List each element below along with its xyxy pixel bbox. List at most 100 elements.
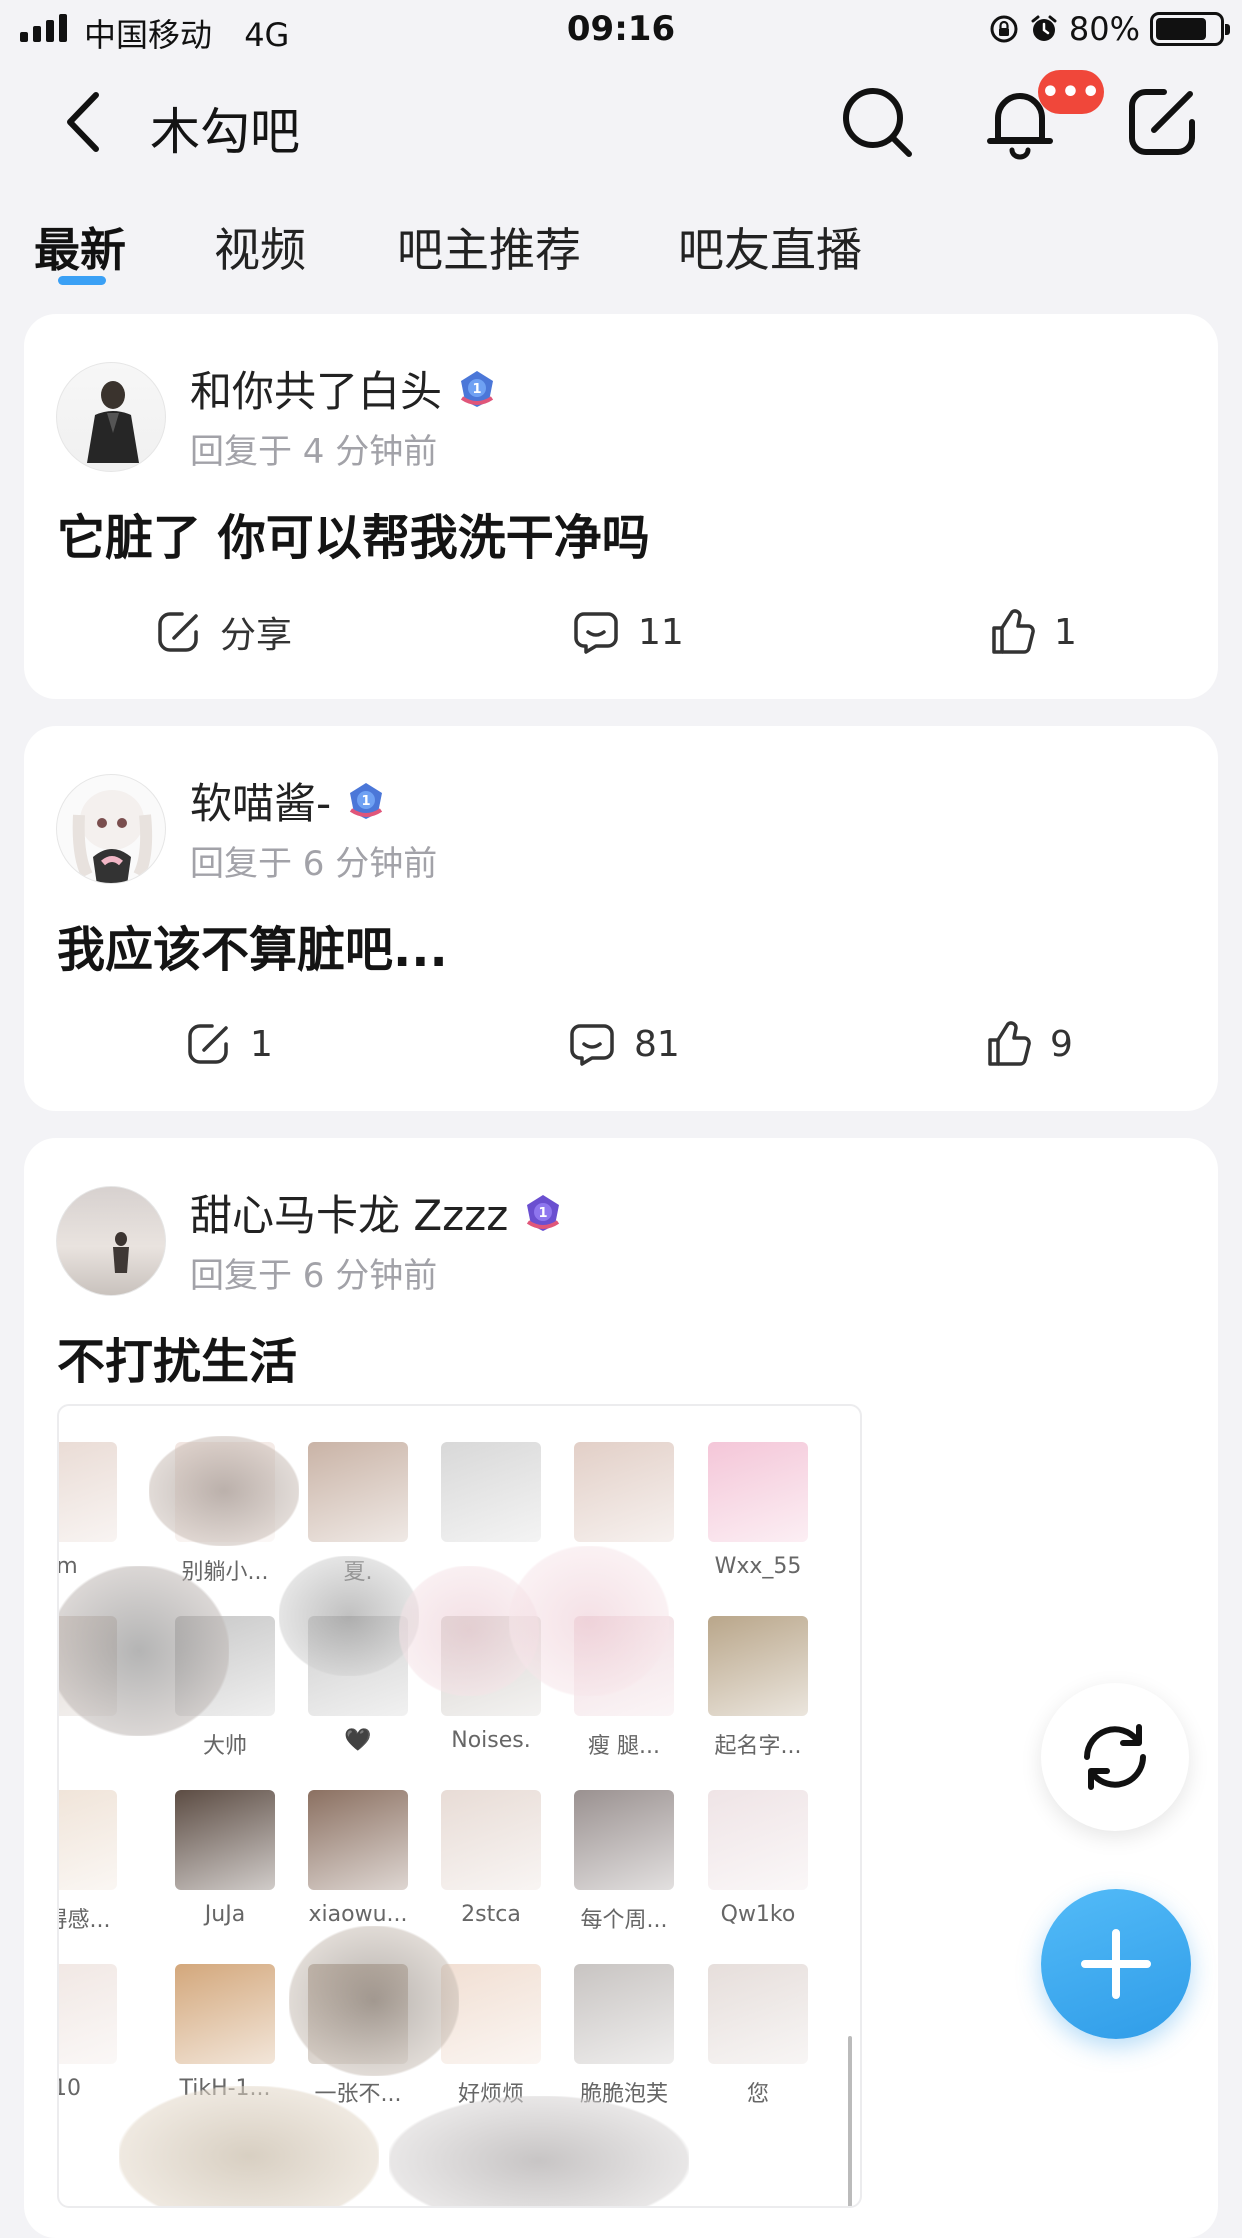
alarm-icon: [1031, 15, 1057, 41]
grid-avatar-thumb: [574, 1442, 674, 1542]
comment-icon: [574, 612, 618, 654]
post-title[interactable]: 不打扰生活: [57, 1322, 297, 1392]
level-badge-icon: 1: [460, 370, 494, 407]
battery-percent: 80%: [1068, 10, 1140, 48]
grid-avatar-label: 每个周...: [580, 1908, 668, 1933]
redaction-scribble: [389, 2096, 689, 2206]
post-author[interactable]: 和你共了白头 1: [190, 358, 498, 419]
share-button[interactable]: 1: [182, 1018, 273, 1070]
post-title[interactable]: 它脏了 你可以帮我洗干净吗: [57, 498, 650, 568]
share-button[interactable]: 分享: [152, 606, 292, 658]
post-author[interactable]: 甜心马卡龙 Zzzz 1: [190, 1182, 564, 1243]
grid-avatar-thumb: [708, 1964, 808, 2064]
level-badge-icon: 1: [350, 782, 383, 819]
grid-avatar-thumb: [708, 1616, 808, 1716]
tab-video[interactable]: 视频: [214, 214, 306, 280]
active-tab-indicator: [58, 276, 106, 285]
thumbs-up-icon: [988, 1021, 1031, 1066]
like-count: 9: [1050, 1023, 1073, 1065]
share-label: 分享: [220, 615, 293, 656]
grid-avatar: xiaowu...: [308, 1790, 408, 1927]
username[interactable]: 和你共了白头: [190, 358, 442, 419]
avatar[interactable]: [56, 1186, 166, 1296]
like-count: 1: [1054, 611, 1077, 653]
share-icon: [158, 612, 198, 652]
status-right: 80%: [989, 10, 1230, 48]
grid-avatar-label: Qw1ko: [720, 1902, 796, 1927]
grid-avatar-thumb: [574, 1790, 674, 1890]
comment-button[interactable]: 11: [570, 606, 684, 658]
grid-avatar: 每个周...: [574, 1790, 674, 1934]
new-post-button[interactable]: [1041, 1889, 1191, 2039]
avatar[interactable]: [56, 362, 166, 472]
grid-avatar-label: 🖤: [344, 1728, 372, 1753]
status-bar: 中国移动 4G 09:16 80%: [0, 0, 1242, 62]
grid-avatar-thumb: [708, 1442, 808, 1542]
grid-avatar: Qw1ko: [708, 1790, 808, 1927]
grid-avatar: JuJa: [175, 1790, 275, 1927]
svg-text:1: 1: [472, 382, 481, 397]
grid-avatar-label: xiaowu...: [308, 1902, 408, 1927]
grid-avatar-label: JuJa: [204, 1902, 246, 1927]
grid-avatar-label: Noises.: [451, 1728, 531, 1753]
grid-avatar-thumb: [574, 1964, 674, 2064]
grid-avatar: [574, 1442, 674, 1554]
grid-avatar-thumb: [308, 1790, 408, 1890]
grid-avatar-label: 起名字...: [714, 1734, 802, 1759]
username[interactable]: 软喵酱-: [190, 770, 331, 831]
redaction-scribble: [149, 1436, 299, 1546]
top-nav-bar: 木勾吧 •••: [0, 62, 1242, 182]
grid-avatar-thumb: [308, 1442, 408, 1542]
like-button[interactable]: 1: [986, 606, 1077, 658]
grid-avatar-thumb: [441, 1442, 541, 1542]
grid-avatar-label: 2stca: [461, 1902, 521, 1927]
grid-avatar-label: 瘦 腿...: [588, 1734, 660, 1759]
redaction-scribble: [279, 1556, 419, 1676]
grid-avatar: 真得感...: [59, 1790, 117, 1934]
grid-avatar: 您: [708, 1964, 808, 2108]
post-time: 回复于 4 分钟前: [190, 432, 438, 472]
share-icon: [188, 1024, 228, 1064]
comment-count: 81: [634, 1023, 680, 1065]
username[interactable]: 甜心马卡龙 Zzzz: [190, 1182, 508, 1243]
post-author[interactable]: 软喵酱- 1: [190, 770, 387, 831]
page-title: 木勾吧: [150, 103, 300, 161]
like-button[interactable]: 9: [982, 1018, 1073, 1070]
tab-live[interactable]: 吧友直播: [678, 214, 862, 280]
level-badge-icon: 1: [527, 1194, 560, 1231]
grid-avatar-label: 您: [746, 2082, 769, 2107]
avatar[interactable]: [56, 774, 166, 884]
image-scrollbar: [848, 2036, 852, 2206]
refresh-button[interactable]: [1041, 1683, 1189, 1831]
post-time: 回复于 6 分钟前: [190, 1256, 438, 1296]
redaction-scribble: [509, 1546, 669, 1696]
tab-admin-picks[interactable]: 吧主推荐: [397, 214, 581, 280]
compose-icon[interactable]: [1120, 80, 1204, 164]
post-card[interactable]: 软喵酱- 1 回复于 6 分钟前 我应该不算脏吧... 1 81 9: [24, 726, 1218, 1111]
grid-avatar-thumb: [175, 1790, 275, 1890]
grid-avatar: Wxx_55: [708, 1442, 808, 1579]
search-icon[interactable]: [835, 80, 919, 164]
redaction-scribble: [59, 1566, 229, 1736]
redaction-scribble: [119, 2086, 379, 2206]
comment-button[interactable]: 81: [566, 1018, 680, 1070]
grid-avatar: TikH-1...: [175, 1964, 275, 2101]
back-icon[interactable]: [56, 87, 116, 157]
grid-avatar-label: 真得感...: [59, 1908, 111, 1933]
grid-avatar-label: Wxx_55: [714, 1554, 802, 1579]
comment-count: 11: [638, 611, 684, 653]
comment-icon: [570, 1024, 614, 1066]
post-card[interactable]: 和你共了白头 1 回复于 4 分钟前 它脏了 你可以帮我洗干净吗 分享 11 1: [24, 314, 1218, 699]
plus-icon: [1081, 1929, 1151, 1999]
refresh-icon: [1084, 1724, 1146, 1790]
category-tabs: 最新 视频 吧主推荐 吧友直播: [0, 200, 1242, 290]
battery-icon: [1150, 12, 1230, 46]
post-time: 回复于 6 分钟前: [190, 844, 438, 884]
tab-latest[interactable]: 最新: [34, 214, 126, 280]
post-title[interactable]: 我应该不算脏吧...: [57, 910, 448, 980]
grid-avatar-thumb: [59, 1964, 117, 2064]
post-image[interactable]: m别躺小...夏.Wxx_55大帅🖤Noises.瘦 腿...起名字...真得感…: [57, 1404, 862, 2208]
grid-avatar: 10: [59, 1964, 117, 2101]
grid-avatar-thumb: [59, 1442, 117, 1542]
notification-badge: •••: [1038, 70, 1104, 114]
